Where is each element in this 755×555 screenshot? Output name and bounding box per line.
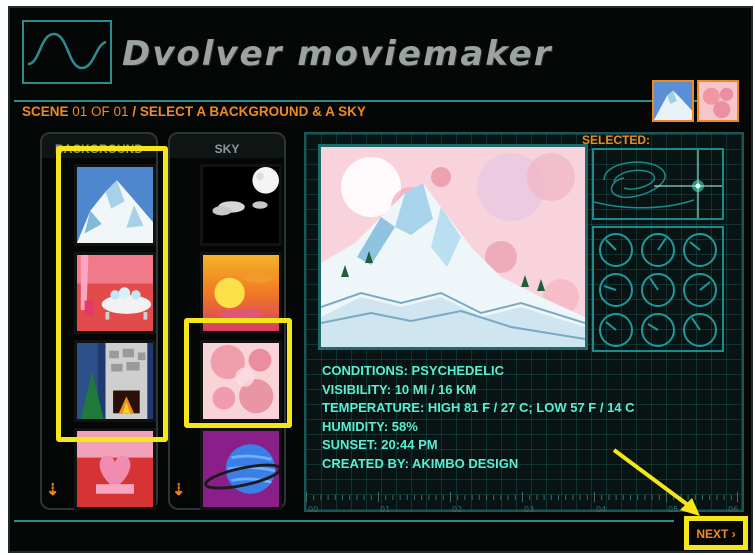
- selected-background-thumbnail[interactable]: [652, 80, 694, 122]
- timeline-label: 00: [308, 505, 318, 514]
- ringed-planet-sky-icon: [203, 431, 279, 507]
- timeline-label: 01: [380, 505, 390, 514]
- scene-preview-image: [318, 144, 588, 350]
- sky-column-header: SKY: [168, 132, 286, 158]
- selected-sky-thumbnail[interactable]: [697, 80, 739, 122]
- info-temperature: TEMPERATURE: HIGH 81 F / 27 C; LOW 57 F …: [322, 400, 635, 415]
- info-visibility: VISIBILITY: 10 MI / 16 KM: [322, 381, 477, 397]
- next-label: NEXT: [696, 527, 729, 541]
- scene-bar: SCENE 01 OF 01 / SELECT A BACKGROUND & A…: [22, 104, 366, 119]
- timeline-label: 06: [728, 505, 738, 514]
- background-scroll-down-icon[interactable]: ⇣: [46, 480, 59, 500]
- sky-highlight: [184, 318, 292, 428]
- header-divider: [14, 100, 734, 102]
- scene-instruction: SELECT A BACKGROUND & A SKY: [139, 104, 366, 119]
- next-button[interactable]: NEXT ›: [689, 527, 743, 541]
- info-created-by: CREATED BY: AKIMBO DESIGN: [322, 455, 519, 471]
- scene-separator: /: [132, 104, 137, 119]
- footer-divider: [14, 520, 674, 522]
- dials-panel: [592, 226, 724, 352]
- heart-bed-background-icon: [77, 431, 153, 507]
- info-sunset: SUNSET: 20:44 PM: [322, 437, 438, 452]
- moon-night-sky-icon: [203, 167, 279, 243]
- app-title: Dvolver moviemaker: [122, 34, 553, 74]
- scene-counter: 01 OF 01: [72, 104, 129, 119]
- scene-info: CONDITIONS: PSYCHEDELIC VISIBILITY: 10 M…: [322, 362, 635, 473]
- sky-scroll-down-icon[interactable]: ⇣: [172, 480, 185, 500]
- scene-prefix: SCENE: [22, 104, 69, 119]
- radar-display: [592, 148, 724, 220]
- sky-tile-night[interactable]: [200, 164, 282, 246]
- info-humidity: HUMIDITY: 58%: [322, 418, 418, 434]
- chevron-right-icon: ›: [731, 527, 736, 541]
- yellow-pointer-arrow-icon: [612, 448, 700, 516]
- next-button-highlight: NEXT ›: [684, 516, 748, 550]
- background-highlight: [56, 146, 168, 442]
- timeline-label: 04: [596, 505, 606, 514]
- info-conditions: CONDITIONS: PSYCHEDELIC: [322, 363, 505, 378]
- timeline-label: 02: [452, 505, 462, 514]
- wave-logo: [22, 20, 112, 84]
- timeline-label: 03: [524, 505, 534, 514]
- selected-label: SELECTED:: [582, 133, 651, 147]
- sky-tile-planet[interactable]: [200, 428, 282, 510]
